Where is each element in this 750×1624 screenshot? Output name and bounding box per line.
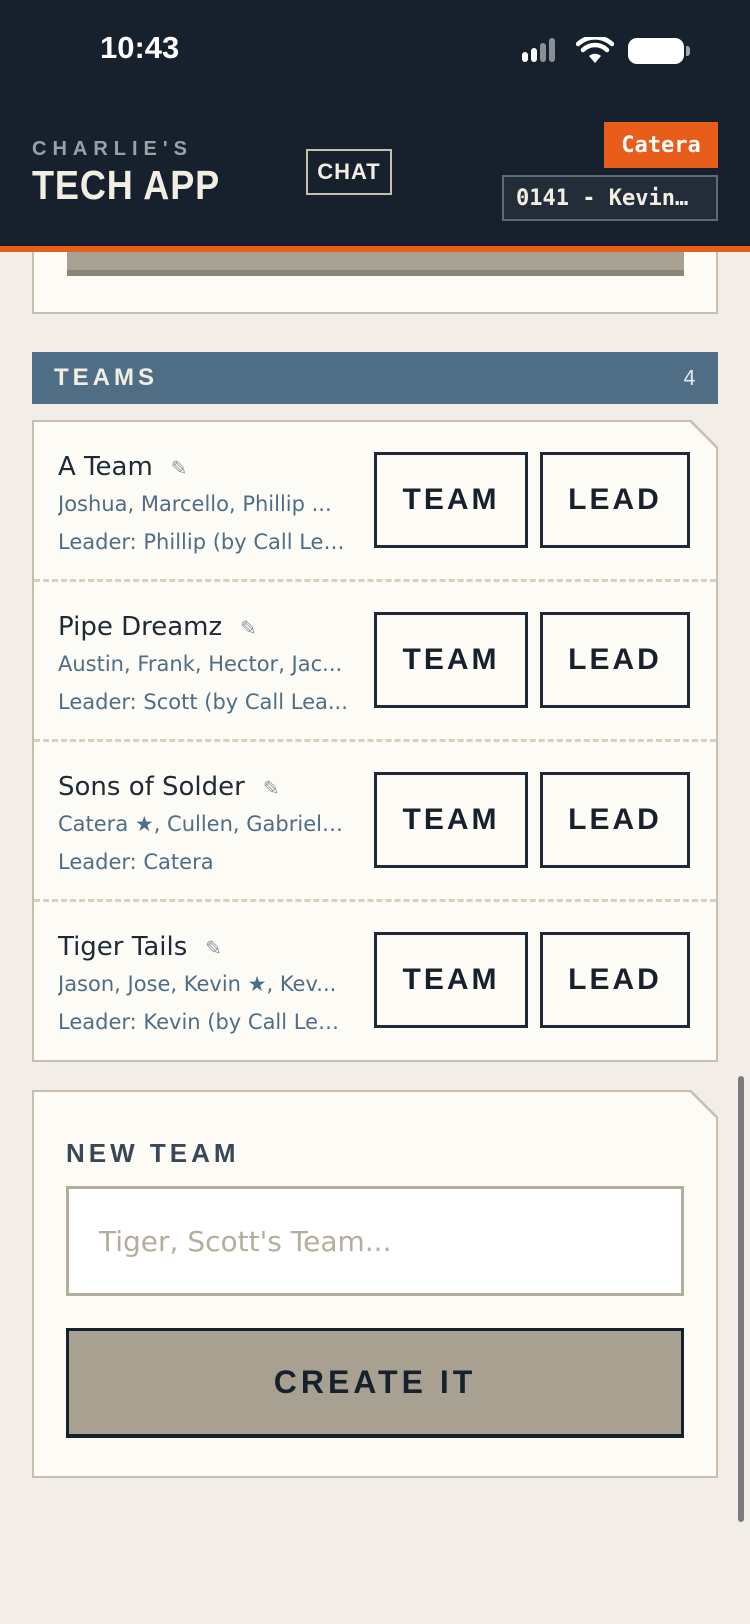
battery-icon [628, 38, 690, 64]
pencil-icon[interactable]: ✎ [263, 776, 280, 800]
lead-button[interactable]: LEAD [540, 612, 690, 708]
team-name-line: A Team ✎ [58, 452, 188, 482]
site-selector[interactable]: 0141 - Kevin… [502, 175, 718, 221]
team-name: Tiger Tails [58, 932, 188, 962]
status-icons [522, 36, 690, 66]
team-button[interactable]: TEAM [374, 452, 528, 548]
new-team-name-input[interactable] [66, 1186, 684, 1296]
team-name: Sons of Solder [58, 772, 245, 802]
team-leader: Leader: Scott (by Call Lea... [58, 690, 348, 714]
team-name: Pipe Dreamz [58, 612, 223, 642]
team-row: A Team ✎ Joshua, Marcello, Phillip ... Le… [34, 422, 716, 582]
previous-card [32, 252, 718, 314]
teams-title: TEAMS [54, 364, 158, 391]
team-leader: Leader: Kevin (by Call Lea... [58, 1010, 348, 1034]
team-members: Catera ★, Cullen, Gabriel, ... [58, 812, 348, 836]
teams-list: A Team ✎ Joshua, Marcello, Phillip ... Le… [32, 420, 718, 1062]
page-scrollbar[interactable] [738, 1076, 744, 1522]
team-members: Joshua, Marcello, Phillip ... [58, 492, 332, 516]
team-members: Austin, Frank, Hector, Jac... [58, 652, 343, 676]
lead-button[interactable]: LEAD [540, 932, 690, 1028]
lead-button[interactable]: LEAD [540, 452, 690, 548]
cellular-signal-icon [522, 38, 562, 64]
status-time: 10:43 [100, 30, 180, 65]
team-button[interactable]: TEAM [374, 932, 528, 1028]
wifi-icon [576, 37, 614, 63]
corner-fold-edge [690, 1090, 718, 1118]
team-row: Sons of Solder ✎ Catera ★, Cullen, Gabrie… [34, 742, 716, 902]
team-members: Jason, Jose, Kevin ★, Kev... [58, 972, 337, 996]
create-team-button[interactable]: CREATE IT [66, 1328, 684, 1438]
pencil-icon[interactable]: ✎ [171, 456, 188, 480]
team-leader: Leader: Phillip (by Call Lea... [58, 530, 348, 554]
brand-title: TECH APP [32, 162, 221, 208]
team-name-line: Tiger Tails ✎ [58, 932, 222, 962]
new-team-label: NEW TEAM [66, 1138, 240, 1168]
app-header: 10:43 CHARLIE'S TECH APP CHAT Catera 014… [0, 0, 750, 252]
lead-button[interactable]: LEAD [540, 772, 690, 868]
teams-count: 4 [683, 366, 696, 390]
team-button[interactable]: TEAM [374, 612, 528, 708]
user-badge[interactable]: Catera [604, 122, 718, 168]
pencil-icon[interactable]: ✎ [240, 616, 257, 640]
chat-button[interactable]: CHAT [306, 149, 392, 195]
team-name-line: Sons of Solder ✎ [58, 772, 280, 802]
team-name: A Team [58, 452, 153, 482]
team-leader: Leader: Catera [58, 850, 214, 874]
previous-card-button[interactable] [67, 252, 684, 276]
brand-subtitle: CHARLIE'S [32, 138, 193, 160]
team-row: Pipe Dreamz ✎ Austin, Frank, Hector, Jac.… [34, 582, 716, 742]
pencil-icon[interactable]: ✎ [205, 936, 222, 960]
new-team-card: NEW TEAM CREATE IT [32, 1090, 718, 1478]
team-name-line: Pipe Dreamz ✎ [58, 612, 257, 642]
team-row: Tiger Tails ✎ Jason, Jose, Kevin ★, Kev..… [34, 902, 716, 1062]
teams-section-header: TEAMS 4 [32, 352, 718, 404]
team-button[interactable]: TEAM [374, 772, 528, 868]
